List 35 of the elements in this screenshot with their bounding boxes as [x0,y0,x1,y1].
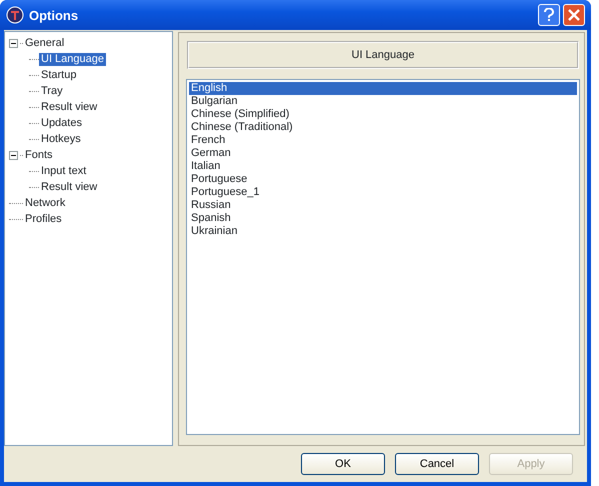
help-icon [543,8,556,22]
language-item[interactable]: Bulgarian [189,95,577,108]
tree-item[interactable]: Profiles [23,212,64,226]
tree-item[interactable]: Tray [39,84,65,98]
language-item[interactable]: Russian [189,199,577,212]
language-item[interactable]: German [189,147,577,160]
tree-item[interactable]: Network [23,196,68,210]
tree-item[interactable]: Startup [39,68,78,82]
tree-item[interactable]: Input text [39,164,88,178]
close-button[interactable] [563,4,585,26]
language-item[interactable]: Chinese (Simplified) [189,108,577,121]
tree-item[interactable]: Hotkeys [39,132,83,146]
language-item[interactable]: English [189,82,577,95]
app-icon [6,6,24,24]
language-item[interactable]: Chinese (Traditional) [189,121,577,134]
tree-item[interactable]: Fonts [23,148,55,162]
language-item[interactable]: Ukrainian [189,225,577,238]
dialog-button[interactable]: OK [301,453,385,475]
section-title: UI Language [352,48,414,62]
tree-item[interactable]: Result view [39,100,100,114]
language-item[interactable]: Portuguese [189,173,577,186]
close-icon [568,9,580,21]
help-button[interactable] [538,4,560,26]
language-item[interactable]: Italian [189,160,577,173]
collapse-icon[interactable] [9,150,18,160]
tree-item[interactable]: UI Language [39,52,106,66]
language-item[interactable]: French [189,134,577,147]
dialog-button[interactable]: Cancel [395,453,479,475]
tree-item[interactable]: Updates [39,116,84,130]
language-item[interactable]: Portuguese_1 [189,186,577,199]
language-item[interactable]: Spanish [189,212,577,225]
tree-item[interactable]: Result view [39,180,100,194]
collapse-icon[interactable] [9,38,18,48]
tree-item[interactable]: General [23,36,66,50]
window-title: Options [29,8,78,22]
